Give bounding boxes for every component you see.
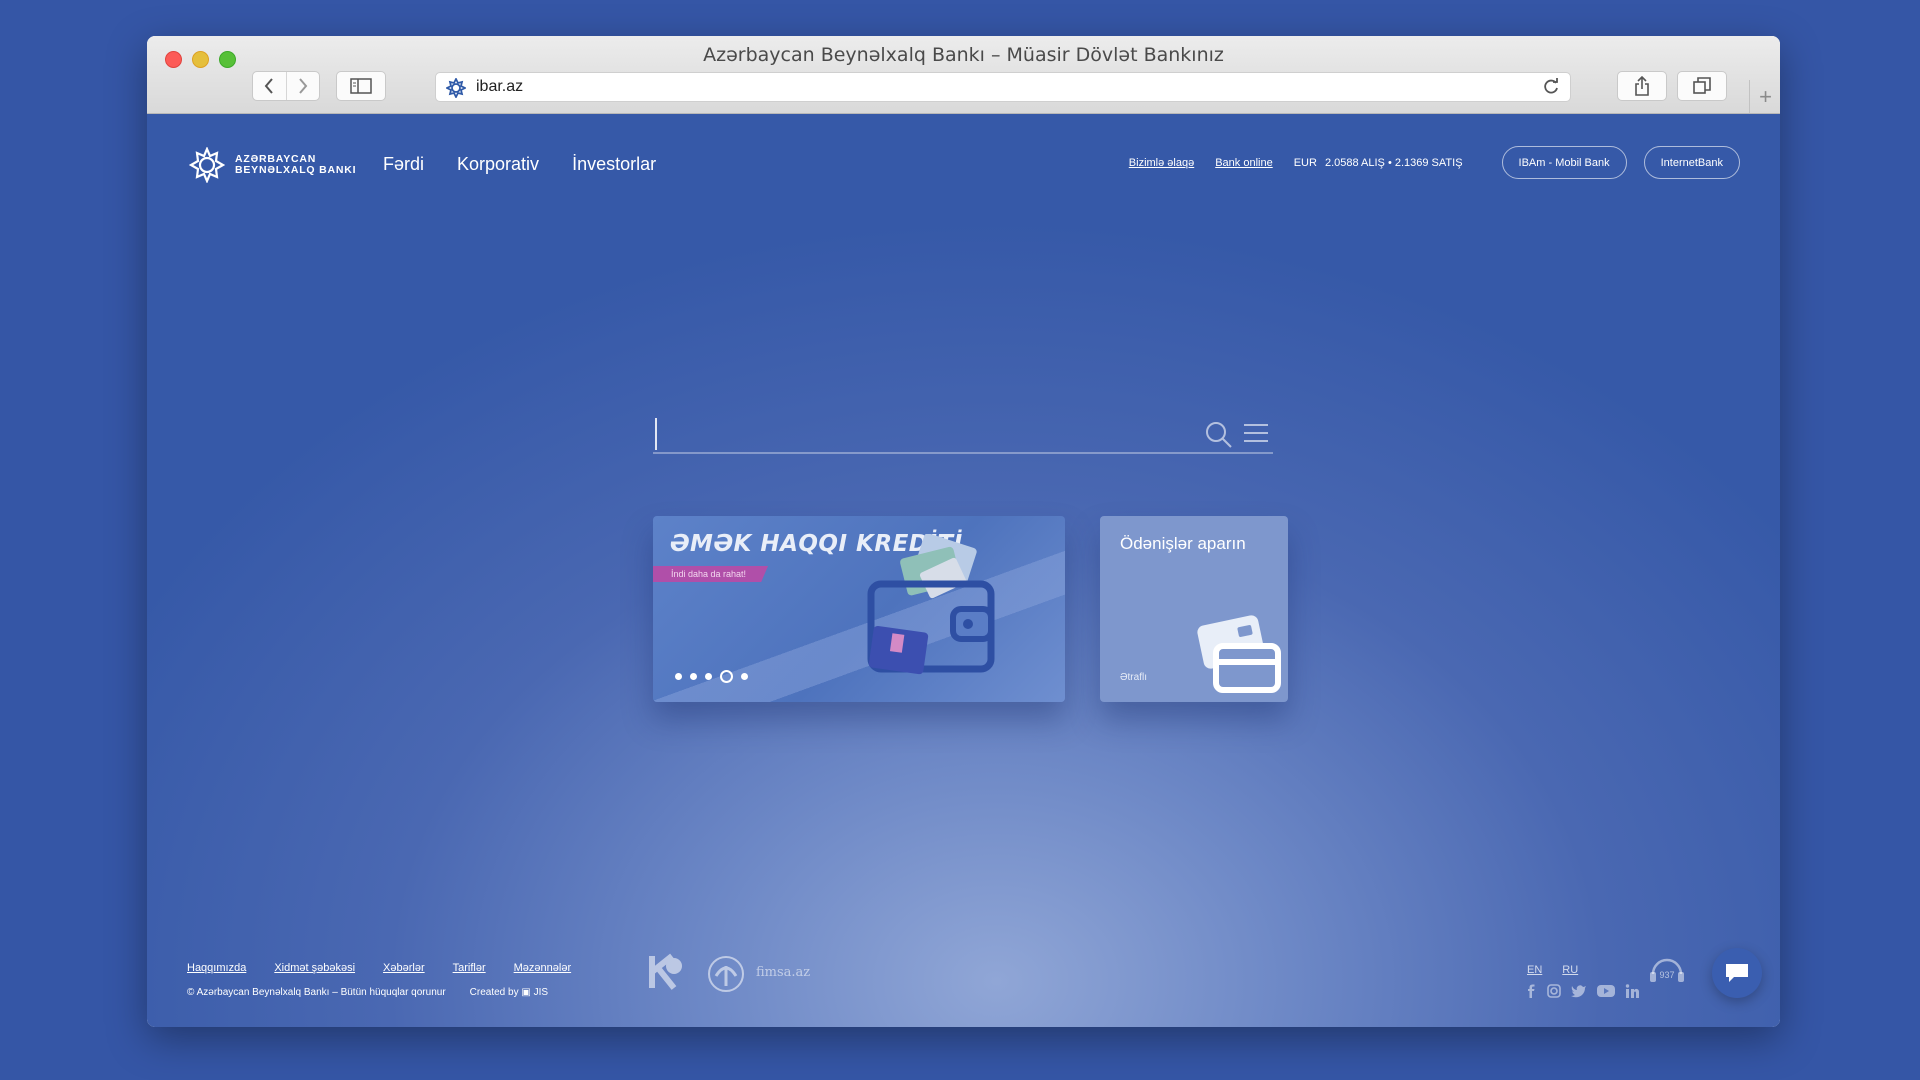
reload-icon[interactable] [1542,78,1560,96]
rate-currency: EUR [1293,156,1317,169]
sidebar-icon [350,78,372,94]
slide-dot[interactable] [690,673,697,680]
internet-bank-button[interactable]: InternetBank [1643,146,1740,179]
tab-overview-button[interactable] [1677,71,1727,101]
forward-button[interactable] [285,72,320,100]
browser-toolbar: Azərbaycan Beynəlxalq Bankı – Müasir Döv… [147,36,1780,114]
copyright-text: © Azərbaycan Beynəlxalq Bankı – Bütün hü… [187,987,446,998]
facebook-icon[interactable] [1525,984,1537,998]
wallet-illustration [867,534,995,675]
bank-logo-icon [189,147,225,183]
bank-logo-text: AZƏRBAYCAN BEYNƏLXALQ BANKI [235,154,356,176]
back-button[interactable] [253,72,286,100]
sidebar-toggle-button[interactable] [336,71,386,101]
nav-korporativ[interactable]: Korporativ [457,154,539,175]
address-bar[interactable]: ibar.az [435,72,1571,102]
top-utility-bar: Bizimlə əlaqə Bank online EUR 2.0588 ALIŞ… [1129,146,1740,179]
payments-card[interactable]: Ödənişlər aparın Ətraflı [1100,516,1288,702]
contact-link[interactable]: Bizimlə əlaqə [1129,157,1194,169]
payments-card-title: Ödənişlər aparın [1120,534,1246,553]
promo-banner[interactable]: ƏMƏK HAQQI KREDİTİ İndi daha da rahat! [653,516,1065,702]
share-icon [1635,76,1649,96]
web-page: AZƏRBAYCAN BEYNƏLXALQ BANKI Fərdi Korpor… [147,114,1780,1027]
slide-dot[interactable] [675,673,682,680]
nav-ferdi[interactable]: Fərdi [383,154,424,175]
text-cursor [655,418,657,450]
partner-logo-2[interactable] [706,952,746,996]
footer-link-tariffs[interactable]: Tariflər [453,962,486,974]
footer-link-news[interactable]: Xəbərlər [383,962,425,974]
search-input[interactable] [653,414,1273,454]
social-links [1525,984,1639,998]
footer-link-about[interactable]: Haqqımızda [187,962,246,974]
card-icon [1197,615,1281,693]
partner-fimsa[interactable]: fimsa.az [756,965,810,980]
nav-investorlar[interactable]: İnvestorlar [572,154,656,175]
bank-logo[interactable]: AZƏRBAYCAN BEYNƏLXALQ BANKI [189,147,356,183]
hotline-number: 937 [1659,970,1674,980]
footer-link-rates[interactable]: Məzənnələr [514,962,571,974]
rate-value: 2.0588 ALIŞ • 2.1369 SATIŞ [1324,156,1463,169]
created-by[interactable]: Created by ▣ JIS [470,987,548,998]
language-switcher: EN RU [1527,964,1578,976]
language-ru[interactable]: RU [1562,964,1578,976]
forward-icon [298,78,308,94]
created-by-name: JIS [533,987,549,998]
linkedin-icon[interactable] [1625,984,1639,998]
youtube-icon[interactable] [1597,984,1615,998]
back-icon [264,78,274,94]
url-text: ibar.az [476,78,524,95]
main-navigation: Fərdi Korporativ İnvestorlar [383,154,656,175]
menu-icon[interactable] [1243,423,1269,443]
language-en[interactable]: EN [1527,964,1542,976]
twitter-icon[interactable] [1571,984,1587,998]
window-title: Azərbaycan Beynəlxalq Bankı – Müasir Döv… [703,44,1224,66]
mobile-bank-button[interactable]: IBAm - Mobil Bank [1501,146,1627,179]
chat-icon [1726,964,1748,982]
logo-line-2: BEYNƏLXALQ BANKI [235,164,357,176]
partner-logo-1[interactable] [644,952,692,996]
browser-window: Azərbaycan Beynəlxalq Bankı – Müasir Döv… [147,36,1780,1027]
footer-link-network[interactable]: Xidmət şəbəkəsi [274,962,355,974]
slide-dot[interactable] [705,673,712,680]
footer-copyright: © Azərbaycan Beynəlxalq Bankı – Bütün hü… [187,987,548,998]
created-by-label: Created by [469,987,519,998]
history-navigation [252,71,320,101]
slide-dot[interactable] [741,673,748,680]
bank-online-link[interactable]: Bank online [1215,157,1273,169]
chat-button[interactable] [1712,948,1762,998]
promo-tag: İndi daha da rahat! [653,566,769,582]
site-icon [446,78,466,98]
footer-links: Haqqımızda Xidmət şəbəkəsi Xəbərlər Tari… [187,962,571,974]
share-button[interactable] [1617,71,1667,101]
hotline-badge[interactable]: 937 [1647,954,1687,995]
slide-indicators [675,670,748,683]
instagram-icon[interactable] [1547,984,1561,998]
payments-card-link[interactable]: Ətraflı [1120,672,1147,683]
exchange-rate[interactable]: EUR 2.0588 ALIŞ • 2.1369 SATIŞ [1294,157,1463,169]
slide-dot-active[interactable] [720,670,733,683]
hotline-icon: 937 [1650,958,1684,982]
tabs-icon [1693,77,1711,94]
search-icon[interactable] [1205,421,1233,449]
new-tab-button[interactable]: + [1749,80,1780,113]
